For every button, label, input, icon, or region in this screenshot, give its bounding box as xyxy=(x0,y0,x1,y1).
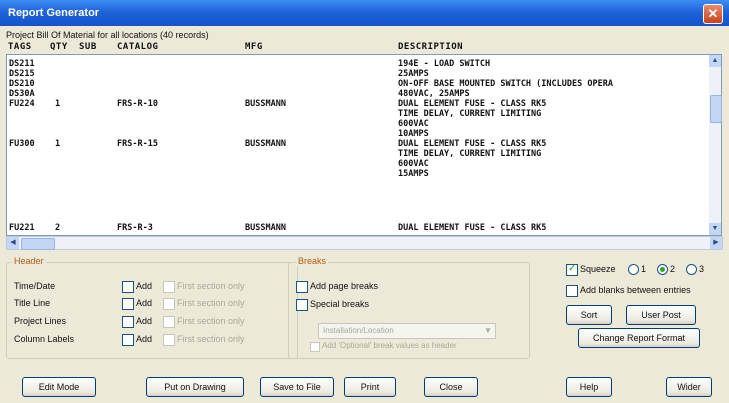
time-date-add-checkbox[interactable] xyxy=(122,281,134,293)
table-row[interactable]: FU300 1 FRS-R-15 BUSSMANN DUAL ELEMENT FUSE … xyxy=(7,139,707,149)
squeeze-radio-2[interactable] xyxy=(657,264,668,275)
scroll-down-icon[interactable]: ▼ xyxy=(709,223,721,235)
break-field-select: Installation/Location ▼ xyxy=(318,323,496,339)
scroll-up-icon[interactable]: ▲ xyxy=(709,55,721,67)
report-subtitle: Project Bill Of Material for all locatio… xyxy=(6,30,209,40)
print-button[interactable]: Print xyxy=(344,377,396,397)
project-lines-first-checkbox xyxy=(163,316,175,328)
breaks-group-title: Breaks xyxy=(296,256,329,266)
table-row[interactable]: TIME DELAY, CURRENT LIMITING xyxy=(7,109,707,119)
table-row[interactable]: FU224 1 FRS-R-10 BUSSMANN DUAL ELEMENT FUSE … xyxy=(7,99,707,109)
chevron-down-icon: ▼ xyxy=(484,326,492,335)
add-blanks-label: Add blanks between entries xyxy=(580,285,691,295)
squeeze-radio-3[interactable] xyxy=(686,264,697,275)
add-optional-checkbox xyxy=(310,342,320,352)
title-line-first-label: First section only xyxy=(177,298,245,308)
table-row[interactable]: DS30A 480VAC, 25AMPS xyxy=(7,89,707,99)
table-row[interactable]: FU221 2 FRS-R-3 BUSSMANN DUAL ELEMENT FUSE -… xyxy=(7,223,707,233)
table-row[interactable]: 600VAC xyxy=(7,119,707,129)
column-header-tags: TAGS xyxy=(8,42,32,52)
horizontal-scrollbar[interactable]: ◀ ▶ xyxy=(6,236,723,250)
table-row[interactable]: 600VAC xyxy=(7,159,707,169)
edit-mode-button[interactable]: Edit Mode xyxy=(22,377,96,397)
vertical-scrollbar[interactable]: ▲ ▼ xyxy=(709,54,722,236)
title-bar: Report Generator ✕ xyxy=(0,0,729,26)
column-header-description: DESCRIPTION xyxy=(398,42,464,52)
title-line-label: Title Line xyxy=(14,298,51,308)
change-report-format-button[interactable]: Change Report Format xyxy=(578,328,700,348)
table-row[interactable]: DS210 ON-OFF BASE MOUNTED SWITCH (INCLUDE… xyxy=(7,79,707,89)
time-date-first-label: First section only xyxy=(177,281,245,291)
project-lines-add-checkbox[interactable] xyxy=(122,316,134,328)
add-page-breaks-label: Add page breaks xyxy=(310,281,379,291)
squeeze-radio-3-label: 3 xyxy=(699,264,705,274)
column-header-qty: QTY xyxy=(50,42,68,52)
window-title: Report Generator xyxy=(8,7,100,19)
table-row[interactable]: 15AMPS xyxy=(7,169,707,179)
table-row[interactable]: TIME DELAY, CURRENT LIMITING xyxy=(7,149,707,159)
column-header-catalog: CATALOG xyxy=(117,42,159,52)
header-groupbox xyxy=(6,262,298,359)
table-row[interactable]: DS211 194E - LOAD SWITCH xyxy=(7,59,707,69)
save-to-file-button[interactable]: Save to File xyxy=(260,377,334,397)
title-line-add-checkbox[interactable] xyxy=(122,298,134,310)
close-icon[interactable]: ✕ xyxy=(703,4,723,24)
special-breaks-checkbox[interactable] xyxy=(296,299,308,311)
time-date-label: Time/Date xyxy=(14,281,56,291)
add-blanks-checkbox[interactable] xyxy=(566,285,578,297)
scroll-right-icon[interactable]: ▶ xyxy=(710,237,722,249)
report-listbox[interactable]: DS211 194E - LOAD SWITCH DS215 25AMPS DS21… xyxy=(6,54,711,236)
time-date-first-checkbox xyxy=(163,281,175,293)
squeeze-checkbox[interactable] xyxy=(566,263,578,276)
column-labels-first-label: First section only xyxy=(177,334,245,344)
column-labels-add-label: Add xyxy=(136,334,153,344)
scroll-thumb[interactable] xyxy=(21,238,55,250)
title-line-add-label: Add xyxy=(136,298,153,308)
add-page-breaks-checkbox[interactable] xyxy=(296,281,308,293)
time-date-add-label: Add xyxy=(136,281,153,291)
special-breaks-label: Special breaks xyxy=(310,299,370,309)
wider-button[interactable]: Wider xyxy=(666,377,712,397)
put-on-drawing-button[interactable]: Put on Drawing xyxy=(146,377,244,397)
user-post-button[interactable]: User Post xyxy=(626,305,696,325)
scroll-left-icon[interactable]: ◀ xyxy=(7,237,19,249)
squeeze-radio-1[interactable] xyxy=(628,264,639,275)
column-header-mfg: MFG xyxy=(245,42,263,52)
squeeze-label: Squeeze xyxy=(580,264,616,274)
column-labels-first-checkbox xyxy=(163,334,175,346)
help-button[interactable]: Help xyxy=(566,377,612,397)
scroll-thumb[interactable] xyxy=(710,95,722,123)
project-lines-add-label: Add xyxy=(136,316,153,326)
squeeze-radio-1-label: 1 xyxy=(641,264,647,274)
add-optional-label: Add 'Optional' break values as header xyxy=(322,341,457,350)
squeeze-radio-2-label: 2 xyxy=(670,264,676,274)
header-group-title: Header xyxy=(12,256,46,266)
table-row[interactable]: 10AMPS xyxy=(7,129,707,139)
project-lines-label: Project Lines xyxy=(14,316,67,326)
column-header-sub: SUB xyxy=(79,42,97,52)
column-labels-label: Column Labels xyxy=(14,334,75,344)
close-button[interactable]: Close xyxy=(424,377,478,397)
column-labels-add-checkbox[interactable] xyxy=(122,334,134,346)
sort-button[interactable]: Sort xyxy=(566,305,612,325)
table-row[interactable]: DS215 25AMPS xyxy=(7,69,707,79)
project-lines-first-label: First section only xyxy=(177,316,245,326)
break-field-value: Installation/Location xyxy=(323,326,394,335)
title-line-first-checkbox xyxy=(163,298,175,310)
